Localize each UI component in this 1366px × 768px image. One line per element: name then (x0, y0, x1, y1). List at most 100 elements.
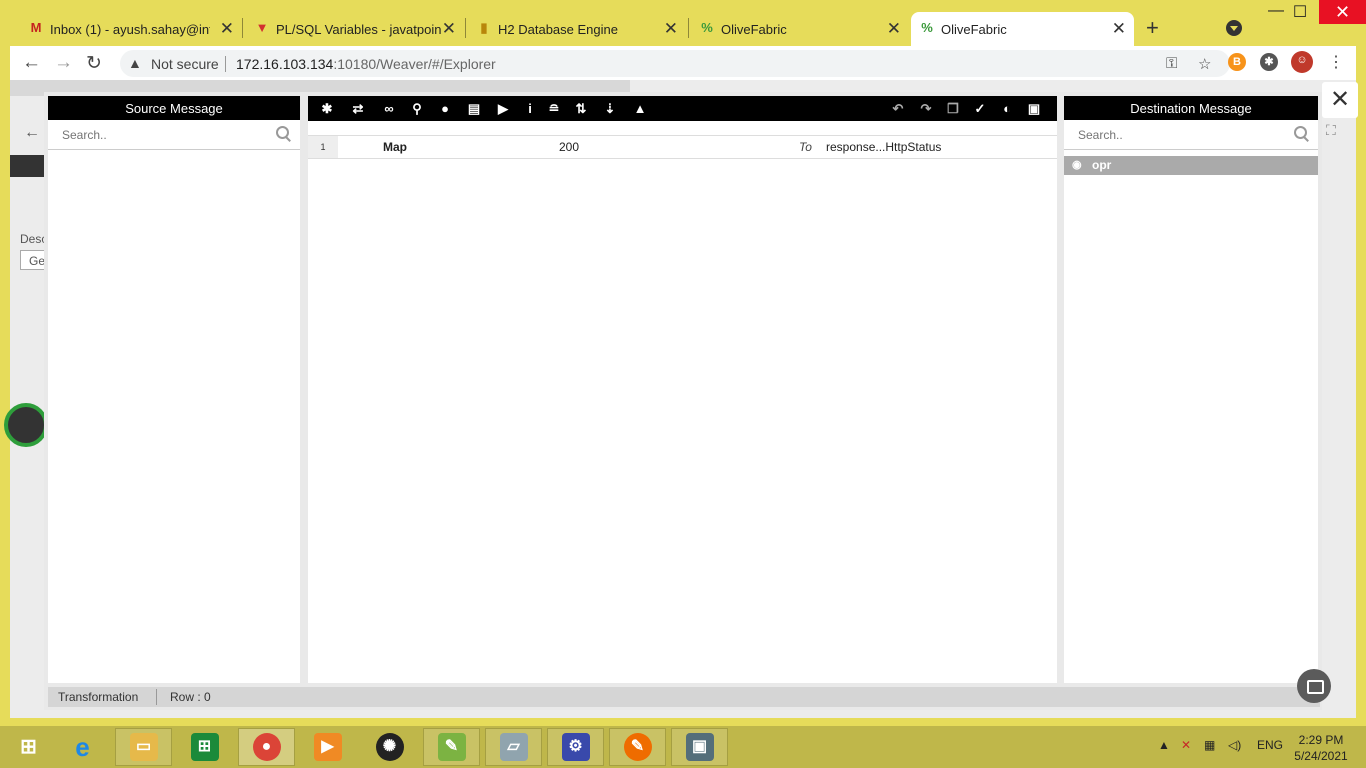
row-operation: Map (383, 140, 407, 154)
browser-tab-javatpoint[interactable]: ▼ PL/SQL Variables - javatpoint ✕ (246, 12, 464, 46)
tree-node-label: opr (1092, 158, 1112, 172)
security-label[interactable]: Not secure (151, 56, 219, 72)
tab-close-icon[interactable]: ✕ (442, 19, 456, 39)
source-panel-title: Source Message (48, 96, 300, 120)
footer-divider (156, 689, 157, 705)
language-indicator[interactable]: ENG (1257, 738, 1283, 752)
url-host: 172.16.103.134 (236, 56, 334, 72)
source-search-input[interactable] (48, 122, 238, 148)
repeat-icon[interactable]: ⇄ (349, 100, 367, 118)
tab-close-icon[interactable]: ✕ (664, 19, 678, 39)
save-icon[interactable]: ▣ (1025, 100, 1043, 118)
tab-title: OliveFabric (941, 21, 1007, 37)
expand-icon[interactable]: ⛶ (1326, 122, 1336, 139)
address-bar[interactable]: ▲ Not secure 172.16.103.134:10180/Weaver… (120, 50, 1230, 77)
bookmark-star-icon[interactable]: ☆ (1198, 55, 1211, 73)
url-text[interactable]: 172.16.103.134:10180/Weaver/#/Explorer (236, 56, 496, 72)
tab-close-icon[interactable]: ✕ (1112, 19, 1126, 39)
key-icon[interactable]: ⚿ (1166, 55, 1177, 72)
forward-arrow-icon[interactable]: → (54, 52, 73, 74)
table-row[interactable]: 1 Map 200 To response...HttpStatus (308, 136, 1057, 159)
destination-panel-title: Destination Message (1064, 96, 1318, 120)
reload-icon[interactable]: ↻ (86, 52, 102, 75)
kebab-menu-icon[interactable]: ⋮ (1328, 52, 1344, 72)
sort-up-icon[interactable]: ⇅ (572, 100, 590, 118)
taskbar-file-explorer[interactable]: ▭ (115, 728, 172, 766)
network-error-icon[interactable]: ✕ (1181, 738, 1191, 752)
background-ring-icon (4, 403, 48, 447)
windows-logo-icon: ⊞ (20, 736, 37, 758)
browser-tab-gmail[interactable]: M Inbox (1) - ayush.sahay@intelli ✕ (20, 12, 242, 46)
taskbar-store[interactable]: ⊞ (176, 728, 233, 766)
browser-tab-olivefabric[interactable]: % OliveFabric ✕ (691, 12, 909, 46)
tab-divider (465, 18, 466, 38)
tab-title: H2 Database Engine (498, 21, 618, 37)
taskbar-pinwheel[interactable]: ✺ (361, 728, 418, 766)
sort-down-icon[interactable]: ⇣ (601, 100, 619, 118)
tab-search-icon[interactable] (1226, 20, 1242, 36)
clipboard-check-icon[interactable]: ✓ (971, 100, 989, 118)
notes-icon: ▱ (499, 733, 528, 761)
record-icon[interactable]: ● (436, 100, 454, 118)
link-icon[interactable]: ∞ (380, 100, 398, 118)
destination-search-input[interactable] (1064, 122, 1254, 148)
taskbar-notepadpp[interactable]: ✎ (423, 728, 480, 766)
bitcoin-extension-icon[interactable]: B (1228, 53, 1246, 71)
back-arrow-icon[interactable]: ← (22, 52, 41, 74)
asterisk-icon[interactable]: ✱ (318, 100, 336, 118)
undo-icon[interactable]: ↶ (889, 100, 907, 118)
browser-tab-h2[interactable]: ▮ H2 Database Engine ✕ (468, 12, 686, 46)
taskbar-ie[interactable]: e (54, 728, 111, 766)
maximize-button[interactable]: ☐ (1290, 2, 1310, 24)
warning-icon[interactable]: ▲ (631, 100, 649, 118)
browser-tab-strip: M Inbox (1) - ayush.sahay@intelli ✕ ▼ PL… (0, 0, 1366, 46)
taskbar-remote-desktop[interactable]: ▣ (671, 728, 728, 766)
terminal-fab-button[interactable] (1297, 669, 1331, 703)
tab-title: OliveFabric (721, 21, 787, 37)
olivefabric-icon: % (701, 20, 713, 35)
play-icon[interactable]: ▶ (494, 100, 512, 118)
pinwheel-app-icon: ✺ (375, 733, 404, 761)
tab-close-icon[interactable]: ✕ (887, 19, 901, 39)
tab-close-icon[interactable]: ✕ (220, 19, 234, 39)
contrast-icon[interactable]: ◐ (998, 100, 1016, 118)
list-icon[interactable]: ▤ (465, 100, 483, 118)
taskbar-clock[interactable]: 2:29 PM 5/24/2021 (1290, 732, 1352, 764)
start-button[interactable]: ⊞ (0, 728, 57, 766)
tree-node-opr[interactable]: ◉ opr (1064, 156, 1318, 175)
taskbar-media[interactable]: ▶ (299, 728, 356, 766)
stack-icon[interactable]: ≘ (545, 100, 563, 118)
media-player-icon: ▶ (313, 733, 342, 761)
warning-icon[interactable]: ▲ (128, 55, 142, 71)
olivefabric-icon: % (921, 20, 933, 35)
new-tab-button[interactable]: + (1146, 15, 1159, 41)
ie-icon: e (75, 732, 90, 762)
browser-tab-olivefabric-active[interactable]: % OliveFabric ✕ (911, 12, 1134, 46)
tray-overflow-icon[interactable]: ▲ (1158, 738, 1170, 752)
minimize-button[interactable]: — (1266, 2, 1286, 24)
extensions-puzzle-icon[interactable]: ✱ (1260, 53, 1278, 71)
clock-date: 5/24/2021 (1294, 749, 1348, 763)
redo-icon[interactable]: ↷ (917, 100, 935, 118)
footer-mode: Transformation (58, 690, 139, 704)
info-icon[interactable]: i (521, 100, 539, 118)
volume-icon[interactable]: ◁) (1228, 738, 1241, 752)
pin-icon[interactable]: ⚲ (408, 100, 426, 118)
settings-icon: ⚙ (561, 733, 590, 761)
file-explorer-icon: ▭ (129, 733, 158, 761)
background-field: Ge (20, 250, 46, 270)
device-icon[interactable]: ▦ (1204, 738, 1215, 752)
profile-avatar[interactable]: ☺ (1291, 51, 1313, 73)
taskbar-settings[interactable]: ⚙ (547, 728, 604, 766)
window-close-button[interactable]: ✕ (1319, 0, 1366, 24)
taskbar-notes[interactable]: ▱ (485, 728, 542, 766)
taskbar-chrome[interactable]: ● (238, 728, 295, 766)
copy-icon[interactable]: ❐ (944, 100, 962, 118)
remote-desktop-icon: ▣ (685, 733, 714, 761)
mapping-modal: Source Message ✱ ⇄ ∞ ⚲ ● ▤ ▶ i ≘ ⇅ ⇣ ▲ ↶… (44, 92, 1322, 710)
taskbar-postman[interactable]: ✎ (609, 728, 666, 766)
close-modal-button[interactable]: ✕ (1322, 82, 1358, 118)
search-icon[interactable] (1294, 126, 1308, 140)
search-icon[interactable] (276, 126, 290, 140)
url-divider (225, 56, 226, 72)
